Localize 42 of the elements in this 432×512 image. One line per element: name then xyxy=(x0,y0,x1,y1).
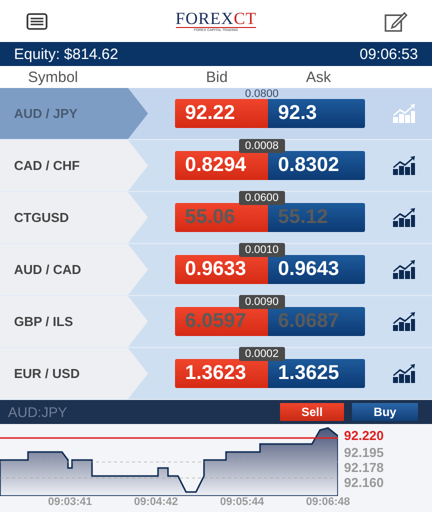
ask-price-button[interactable]: 92.3 xyxy=(268,99,365,128)
symbol-tab[interactable]: EUR / USD xyxy=(0,348,148,399)
buy-button[interactable]: Buy xyxy=(352,403,418,421)
axis-label: 09:06:48 xyxy=(306,496,352,510)
column-header: Bid xyxy=(206,68,229,86)
column-header: Ask xyxy=(306,68,332,86)
sell-button[interactable]: Sell xyxy=(280,403,344,421)
spread-label: 0.0002 xyxy=(239,347,285,361)
menu-icon[interactable] xyxy=(26,12,48,30)
bid-price-button[interactable]: 1.3623 xyxy=(175,359,268,388)
chart-icon[interactable] xyxy=(392,364,416,384)
bid-price-button[interactable]: 92.22 xyxy=(175,99,268,128)
bid-price-button[interactable]: 0.9633 xyxy=(175,255,268,284)
current-price-label: 92.220 xyxy=(344,428,385,443)
symbol-tab[interactable]: CAD / CHF xyxy=(0,140,148,191)
spread-label: 0.0008 xyxy=(239,139,285,153)
clock-time: 09:06:53 xyxy=(360,46,418,62)
ask-price-button[interactable]: 0.9643 xyxy=(268,255,365,284)
edit-icon[interactable] xyxy=(384,10,408,32)
symbol-tab[interactable]: AUD / CAD xyxy=(0,244,148,295)
spread-label: 0.0090 xyxy=(239,295,285,309)
ask-price-button[interactable]: 1.3625 xyxy=(268,359,365,388)
equity-value: Equity: $814.62 xyxy=(14,46,118,62)
symbol-tab[interactable]: GBP / ILS xyxy=(0,296,148,347)
axis-label: 09:04:42 xyxy=(134,496,180,510)
chart-icon[interactable] xyxy=(392,312,416,332)
selected-symbol: AUD:JPY xyxy=(8,404,68,420)
column-header: Symbol xyxy=(28,68,80,86)
chart-icon[interactable] xyxy=(392,156,416,176)
symbol-tab[interactable]: CTGUSD xyxy=(0,192,148,243)
bid-price-button[interactable]: 0.8294 xyxy=(175,151,268,180)
chart-icon[interactable] xyxy=(392,208,416,228)
axis-label: 92.195 xyxy=(344,445,385,460)
ask-price-button[interactable]: 0.8302 xyxy=(268,151,365,180)
axis-label: 92.178 xyxy=(344,460,385,475)
spread-label: 0.0800 xyxy=(244,87,280,101)
chart-icon[interactable] xyxy=(392,260,416,280)
spread-label: 0.0010 xyxy=(239,243,285,257)
axis-label: 92.160 xyxy=(344,475,385,490)
spread-label: 0.0600 xyxy=(239,191,285,205)
axis-label: 09:05:44 xyxy=(220,496,266,510)
axis-label: 09:03:41 xyxy=(48,496,94,510)
